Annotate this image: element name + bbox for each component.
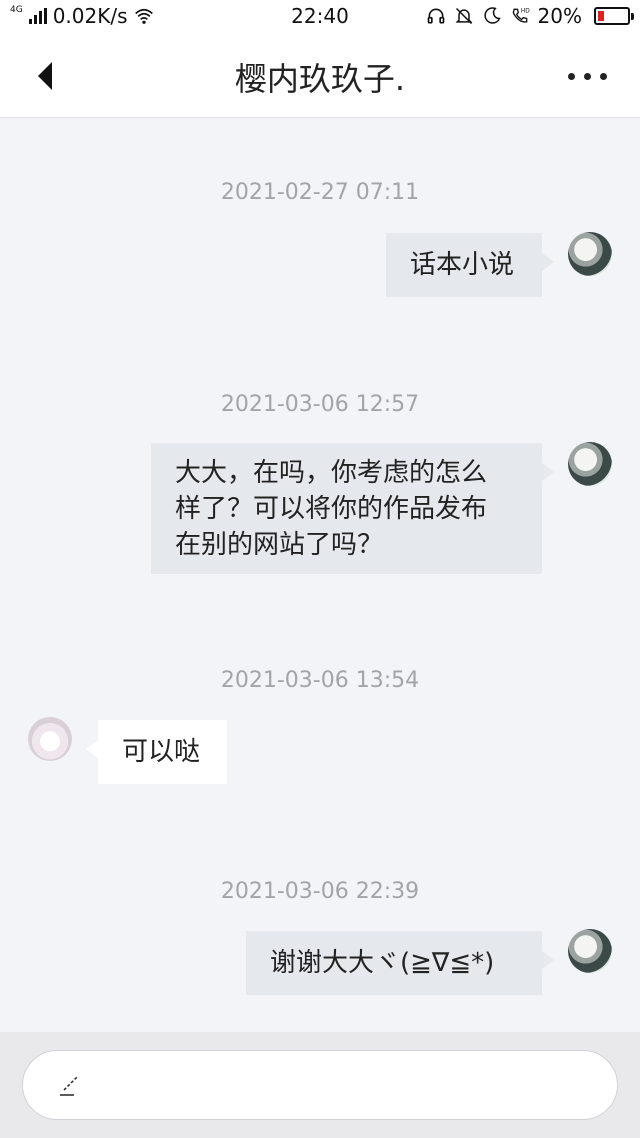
message-bubble-outgoing[interactable]: 大大，在吗，你考虑的怎么 样了？可以将你的作品发布 在别的网站了吗？ xyxy=(151,443,554,574)
battery-percent: 20% xyxy=(537,4,582,28)
avatar[interactable] xyxy=(568,929,612,973)
message-text-line: 大大，在吗，你考虑的怎么 xyxy=(175,457,488,488)
message-text-line: 在别的网站了吗？ xyxy=(175,529,384,560)
message-input[interactable] xyxy=(22,1050,618,1120)
moon-icon xyxy=(483,7,501,24)
message-timestamp: 2021-03-06 12:57 xyxy=(220,392,420,417)
status-bar: 4G 0.02K/s 22:40 HD 20% xyxy=(0,0,640,34)
message-bubble-incoming[interactable]: 可以哒 xyxy=(86,720,227,784)
pen-icon xyxy=(60,1075,79,1096)
message-text: 话本小说 xyxy=(410,250,515,280)
avatar[interactable] xyxy=(568,232,612,276)
headset-icon xyxy=(427,8,444,24)
message-text: 谢谢大大ヾ(≧∇≦*) xyxy=(270,948,495,978)
message-text-line: 样了？可以将你的作品发布 xyxy=(175,493,488,524)
message-text: 可以哒 xyxy=(122,737,201,767)
status-right: HD 20% xyxy=(426,4,634,28)
message-timestamp: 2021-03-06 13:54 xyxy=(220,668,420,693)
message-timestamp: 2021-02-27 07:11 xyxy=(220,180,420,205)
more-dots-icon[interactable] xyxy=(566,60,610,90)
battery-fill xyxy=(598,11,604,21)
nav-bar: 樱内玖玖子. xyxy=(0,34,640,118)
hd-call-icon: HD xyxy=(512,8,530,23)
svg-text:HD: HD xyxy=(520,9,529,15)
input-bar xyxy=(0,1032,640,1138)
mute-icon xyxy=(455,7,473,25)
message-timestamp: 2021-03-06 22:39 xyxy=(220,879,420,904)
message-bubble-outgoing[interactable]: 谢谢大大ヾ(≧∇≦*) xyxy=(246,931,554,995)
battery-icon xyxy=(594,7,634,25)
avatar[interactable] xyxy=(568,442,612,486)
avatar[interactable] xyxy=(28,717,72,761)
message-bubble-outgoing[interactable]: 话本小说 xyxy=(386,233,554,297)
page-title: 樱内玖玖子. xyxy=(234,60,406,98)
